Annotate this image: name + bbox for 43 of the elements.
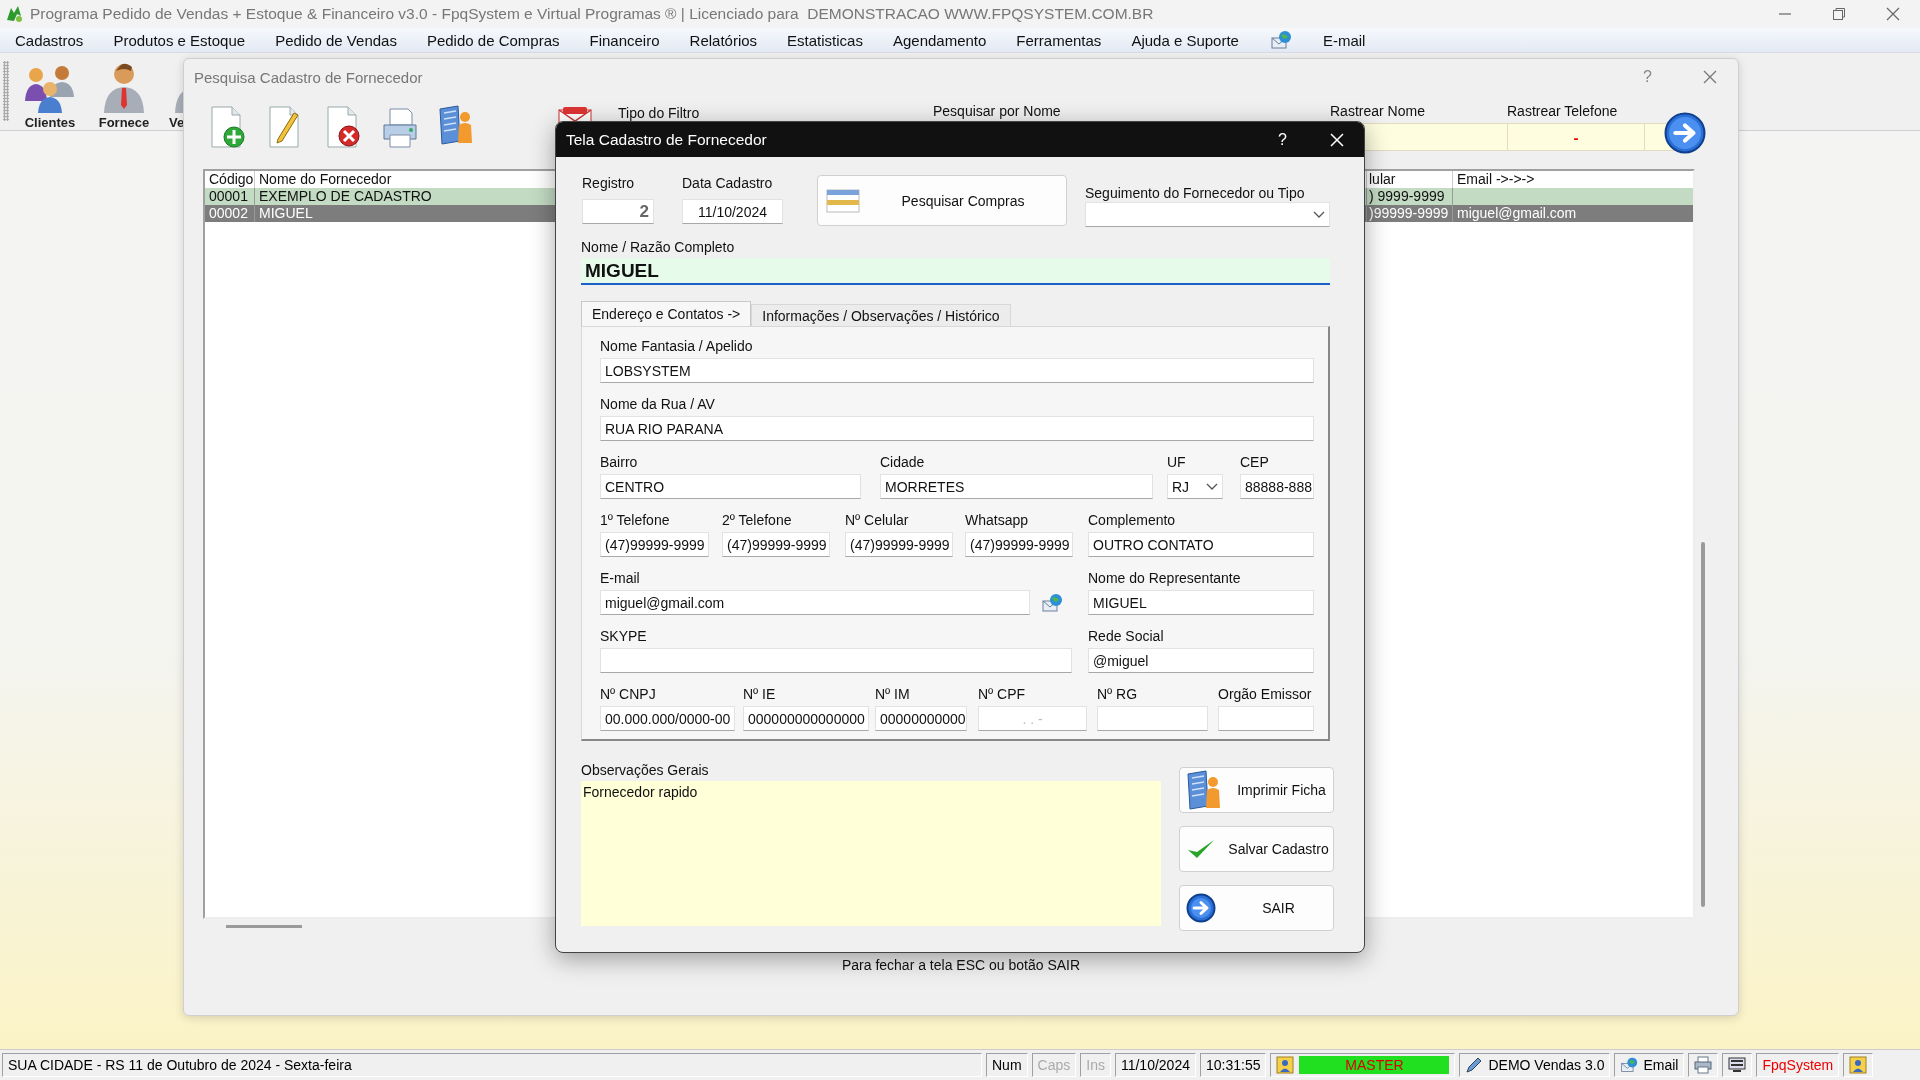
field-label: Rede Social bbox=[1088, 627, 1165, 645]
field-label: Nº CPF bbox=[978, 685, 1027, 703]
field-label: E-mail bbox=[600, 569, 641, 587]
field-label: Rastrear Telefone bbox=[1507, 103, 1618, 119]
field-label: Nome Fantasia / Apelido bbox=[600, 337, 754, 355]
key-indicator: Ins bbox=[1080, 1053, 1111, 1077]
hint-text: Para fechar a tela ESC ou botão SAIR bbox=[841, 957, 1081, 973]
table-cell-text: miguel@gmail.com bbox=[1456, 205, 1578, 222]
field-label: Nº IM bbox=[875, 685, 911, 703]
field-label: Complemento bbox=[1088, 511, 1177, 529]
field-label: Nome do Representante bbox=[1088, 569, 1242, 587]
field-label: Rastrear Nome bbox=[1330, 103, 1425, 119]
field-label: Nº Celular bbox=[845, 511, 910, 529]
field-label: Tipo do Filtro bbox=[618, 105, 700, 121]
field-label: 2º Telefone bbox=[722, 511, 793, 529]
user-badge: MASTER bbox=[1299, 1056, 1450, 1074]
status-text: SUA CIDADE - RS 11 de Outubro de 2024 - Sexta-feira bbox=[2, 1053, 982, 1077]
field-label: SKYPE bbox=[600, 627, 648, 645]
field-label: Bairro bbox=[600, 453, 639, 471]
field-label: Nome / Razão Completo bbox=[581, 238, 736, 256]
brand-label: FpqSystem bbox=[1756, 1053, 1840, 1077]
key-indicator: Num bbox=[986, 1053, 1028, 1077]
window-title: Programa Pedido de Vendas + Estoque & Financeiro v3.0 - FpqSystem e Virtual Programas ® | Licenciado para DEMONSTRACAO WWW.FPQSYSTEM.COM.BR bbox=[30, 5, 1155, 23]
field-label: Cidade bbox=[880, 453, 926, 471]
table-cell: )99999-9999 bbox=[1367, 205, 1453, 222]
version-text: DEMO Vendas 3.0 bbox=[1488, 1057, 1605, 1073]
field-label: 1º Telefone bbox=[600, 511, 671, 529]
field-label: UF bbox=[1167, 453, 1187, 471]
field-label: Orgão Emissor bbox=[1218, 685, 1313, 703]
field-label: Whatsapp bbox=[965, 511, 1030, 529]
window-title: Tela Cadastro de Fornecedor bbox=[566, 130, 768, 149]
window-title: Pesquisa Cadastro de Fornecedor bbox=[194, 68, 424, 86]
field-label: Nº RG bbox=[1097, 685, 1139, 703]
field-label: Nº CNPJ bbox=[600, 685, 657, 703]
field-label: Nº IE bbox=[743, 685, 777, 703]
table-cell: 00002 bbox=[205, 205, 255, 222]
field-label: Pesquisar por Nome bbox=[933, 103, 1061, 119]
clock-text: 10:31:55 bbox=[1199, 1053, 1267, 1077]
date-text: 11/10/2024 bbox=[1114, 1053, 1196, 1077]
key-indicator: Caps bbox=[1031, 1053, 1077, 1077]
field-label: CEP bbox=[1240, 453, 1270, 471]
field-label: Nome da Rua / AV bbox=[600, 395, 716, 413]
field-label: Observações Gerais bbox=[581, 761, 710, 779]
